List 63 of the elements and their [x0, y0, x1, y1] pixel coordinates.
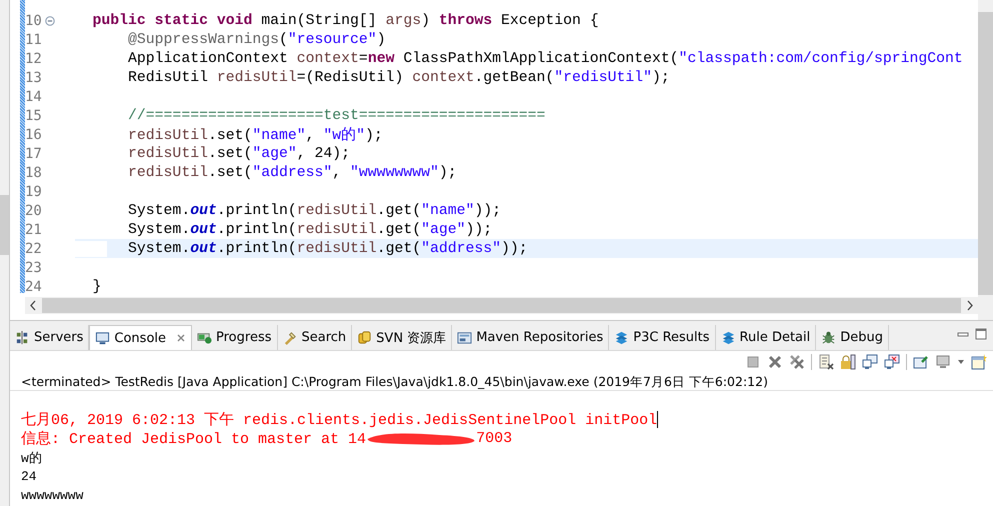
code-line: }: [92, 278, 102, 294]
panel-tab[interactable]: Debug: [816, 325, 890, 350]
code-line: public static void main(String[] args) throws Exception {: [92, 12, 599, 28]
stop-icon[interactable]: [745, 354, 761, 370]
scrollbar-thumb[interactable]: [42, 298, 961, 313]
servers-icon: [15, 330, 30, 345]
remove-all-icon[interactable]: [789, 354, 805, 370]
line-number: 12: [25, 50, 43, 66]
scrollbar-thumb[interactable]: [0, 195, 9, 255]
layers-icon: [614, 330, 630, 345]
line-number: 14: [25, 88, 43, 104]
code-line: redisUtil.set("age", 24);: [127, 146, 350, 162]
lock-icon[interactable]: [840, 354, 856, 370]
line-number: 10: [25, 12, 43, 28]
panel-tab[interactable]: Console: [89, 325, 192, 350]
line-number: 16: [25, 126, 43, 142]
line-number: 13: [25, 70, 43, 86]
line-number: 11: [25, 32, 43, 48]
console-line: w的: [21, 450, 42, 466]
panel-tab[interactable]: Search: [278, 325, 352, 350]
dropdown-caret-icon[interactable]: [957, 358, 965, 366]
code-line: RedisUtil redisUtil=(RedisUtil) context.getBean("redisUtil");: [127, 70, 670, 86]
console-line: wwwwwwww: [21, 488, 84, 503]
code-line: redisUtil.set("address", "wwwwwwww");: [127, 164, 457, 180]
code-line: System.out.println(redisUtil.get("age"));: [127, 222, 492, 238]
maximize-icon[interactable]: [975, 328, 987, 340]
console-line: 信息: Created JedisPool to master at 14: [21, 430, 366, 448]
code-line: @SuppressWarnings("resource"): [127, 32, 386, 48]
line-number: 17: [25, 146, 43, 162]
line-number: 24: [25, 278, 43, 294]
code-line: redisUtil.set("name", "w的");: [127, 126, 383, 144]
panel-tab[interactable]: Rule Detail: [716, 325, 816, 350]
monitor-icon: [95, 330, 110, 346]
line-number: 18: [25, 164, 43, 180]
console-line: 24: [21, 469, 37, 484]
line-number: 22: [25, 240, 43, 256]
line-number: 19: [25, 184, 43, 200]
code-line: //====================test=====================: [127, 108, 546, 124]
display-icon[interactable]: [935, 354, 951, 370]
code-line: System.out.println(redisUtil.get("name"));: [127, 202, 502, 218]
line-number: 15: [25, 108, 43, 124]
database-icon: [357, 330, 372, 345]
panel-tab[interactable]: SVN 资源库: [352, 325, 452, 350]
panel-tab[interactable]: Progress: [192, 325, 278, 350]
panel-tab[interactable]: Maven Repositories: [452, 325, 610, 350]
new-console-icon[interactable]: [971, 354, 987, 370]
console-icon[interactable]: [862, 354, 878, 370]
close-icon[interactable]: [176, 333, 186, 343]
panel-tab[interactable]: P3C Results: [609, 325, 716, 350]
remove-icon[interactable]: [767, 354, 783, 370]
scrollbar-thumb[interactable]: [978, 12, 993, 295]
line-number: 20: [25, 202, 43, 218]
clear-console-icon[interactable]: [818, 354, 834, 370]
collapse-icon[interactable]: [45, 16, 55, 26]
bug-icon: [821, 330, 836, 345]
console-line: 7003: [476, 430, 512, 447]
console-error-icon[interactable]: [884, 354, 900, 370]
line-number: 21: [25, 222, 43, 238]
console-line: 七月06, 2019 6:02:13 下午 redis.clients.jedis.JedisSentinelPool initPool: [21, 410, 658, 429]
line-number: 23: [25, 260, 43, 276]
layers-icon: [720, 330, 736, 345]
repository-icon: [457, 330, 472, 345]
code-line: ApplicationContext context=new ClassPathXmlApplicationContext("classpath:com/config/springCont: [127, 50, 963, 66]
